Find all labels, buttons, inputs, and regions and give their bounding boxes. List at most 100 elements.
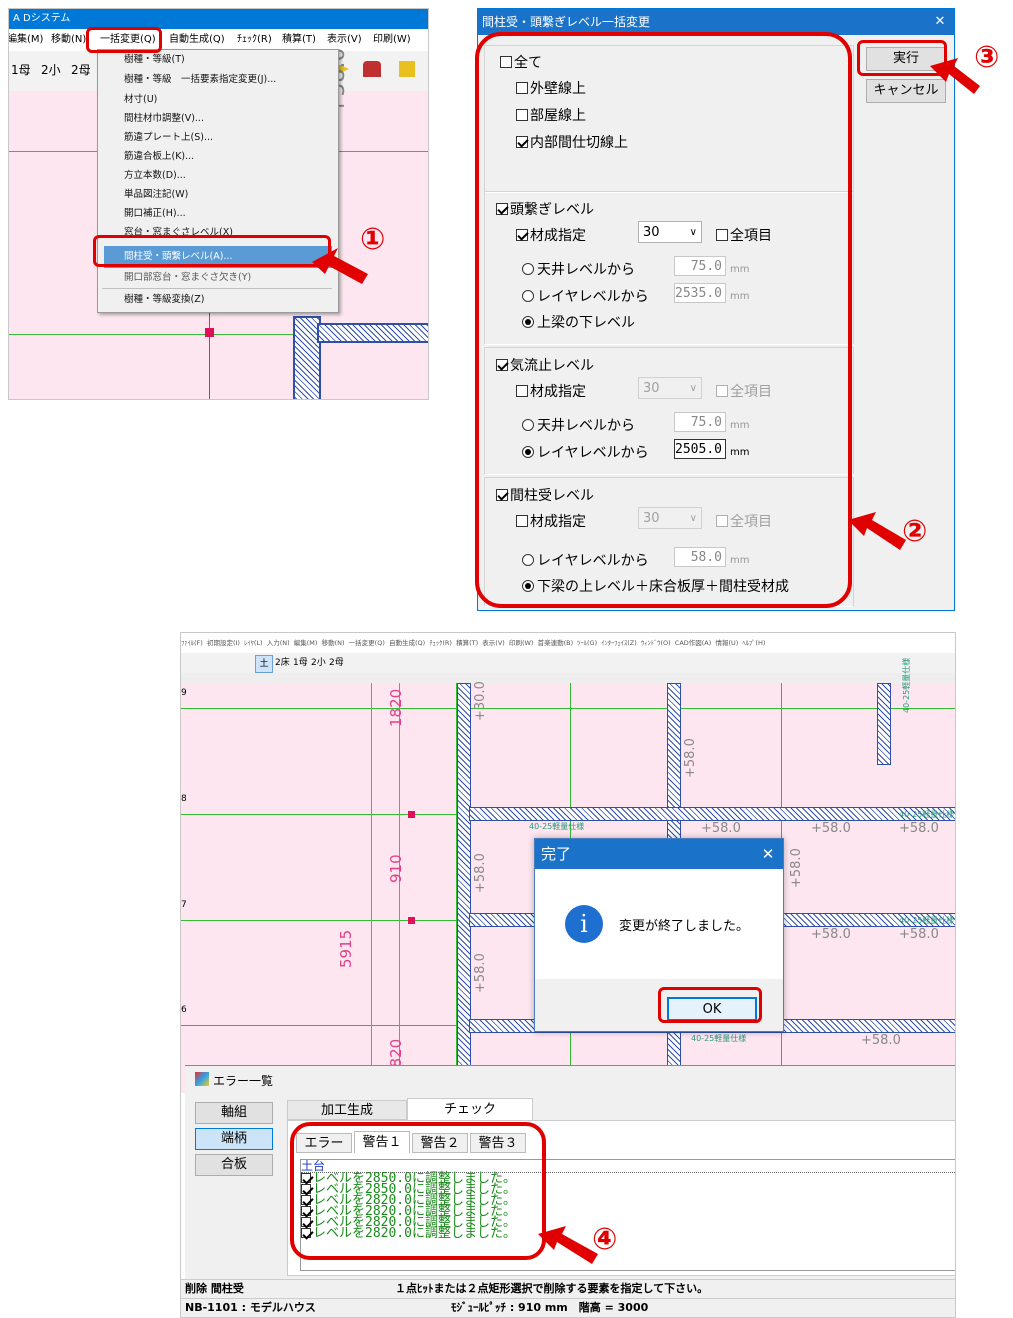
dimension-label: 5915	[337, 929, 355, 968]
status-module: ﾓｼﾞｭｰﾙﾋﾟｯﾁ : 910 mm 階高 = 3000	[451, 1301, 649, 1314]
wall	[469, 807, 955, 821]
tool-house-icon[interactable]	[363, 61, 381, 77]
menu-view[interactable]: 表示(V)	[482, 639, 505, 647]
close-icon[interactable]: ✕	[757, 839, 779, 869]
step-2-label: ②	[902, 514, 928, 549]
menu-item-species-grade-bulk[interactable]: 樹種・等級 一括要素指定変更(J)...	[124, 72, 276, 88]
menu-move[interactable]: 移動(N)	[51, 31, 86, 49]
menu-print[interactable]: 印刷(W)	[373, 31, 411, 49]
menu-tool[interactable]: ﾂｰﾙ(G)	[577, 639, 597, 647]
menu-item-species-convert[interactable]: 樹種・等級変換(Z)	[124, 292, 204, 308]
annotation-box-item	[93, 235, 331, 267]
toolbar-floor2-small[interactable]: 2小	[311, 653, 326, 673]
error-list-icon	[195, 1072, 209, 1086]
menu-print[interactable]: 印刷(W)	[509, 639, 534, 647]
menu-item-brace-plate[interactable]: 筋違プレート上(S)...	[124, 130, 213, 146]
menu-layer[interactable]: ﾚｲﾔ(L)	[244, 639, 262, 647]
wall-beam	[317, 323, 428, 343]
wall	[457, 683, 471, 1095]
menu-item-stud-width[interactable]: 間柱材巾調整(V)...	[124, 111, 204, 127]
menu-help[interactable]: ﾍﾙﾌﾟ(H)	[742, 639, 765, 647]
level-label: +58.0	[811, 821, 851, 836]
menu-edit[interactable]: 編集(M)	[9, 31, 43, 49]
menu-bar: ﾌｧｲﾙ(F) 初期設定(I) ﾚｲﾔ(L) 入力(N) 編集(M) 移動(N)…	[181, 633, 955, 653]
level-label: +58.0	[473, 853, 488, 893]
status-project: NB-1101 : モデルハウス	[185, 1301, 316, 1314]
toolbar-floor1[interactable]: 1母	[11, 61, 31, 78]
level-label: +58.0	[899, 927, 939, 942]
tool-yellow-icon[interactable]	[399, 61, 415, 77]
level-label: +58.0	[861, 1033, 901, 1048]
wall	[877, 683, 891, 765]
menu-settings[interactable]: 初期設定(I)	[207, 639, 240, 647]
toolbar: 土 2床 1母 2小 2母	[181, 653, 955, 674]
status-bar-2: NB-1101 : モデルハウス ﾓｼﾞｭｰﾙﾋﾟｯﾁ : 910 mm 階高 …	[181, 1298, 955, 1317]
bulk-change-dropdown: 樹種・等級(T) 樹種・等級 一括要素指定変更(J)... 材寸(U) 間柱材巾…	[97, 49, 339, 313]
grid-number: 8	[181, 794, 187, 804]
menu-bulk-change[interactable]: 一括変更(Q)	[349, 639, 385, 647]
level-label: +58.0	[789, 848, 804, 888]
menu-view[interactable]: 表示(V)	[327, 31, 362, 49]
side-button-framing[interactable]: 軸組	[195, 1102, 273, 1124]
side-button-plywood[interactable]: 合板	[195, 1154, 273, 1176]
step-1-label: ①	[360, 222, 386, 257]
status-hint: １点ﾋｯﾄまたは２点矩形選択で削除する要素を指定して下さい。	[395, 1282, 709, 1295]
completion-message: 変更が終了しました。	[619, 919, 750, 934]
tab-check[interactable]: チェック	[407, 1098, 533, 1120]
menu-info[interactable]: 情報(U)	[715, 639, 738, 647]
dimension-line	[399, 683, 400, 1093]
close-icon[interactable]: ✕	[930, 9, 950, 35]
level-label: +58.0	[701, 821, 741, 836]
menu-separator	[102, 288, 332, 289]
status-bar-1: 削除 間柱受 １点ﾋｯﾄまたは２点矩形選択で削除する要素を指定して下さい。	[181, 1279, 955, 1298]
grid-number: 7	[181, 900, 187, 910]
menu-item-opening-notch[interactable]: 開口部窓台・窓まぐさ欠き(Y)	[124, 270, 251, 286]
menu-edit[interactable]: 編集(M)	[294, 639, 318, 647]
dimension-label: 910	[387, 854, 405, 883]
toolbar-floor1-main[interactable]: 1母	[293, 653, 308, 673]
level-label: +30.0	[473, 681, 488, 721]
menu-item-brace-plywood[interactable]: 筋違合板上(K)...	[124, 149, 194, 165]
annotation-arrow-4	[538, 1226, 598, 1264]
menu-file[interactable]: ﾌｧｲﾙ(F)	[181, 639, 203, 647]
menu-check[interactable]: ﾁｪｯｸ(R)	[237, 31, 272, 49]
toolbar-floor2[interactable]: 2母	[71, 61, 91, 78]
info-icon: i	[565, 905, 603, 943]
menu-estimate[interactable]: 積算(T)	[456, 639, 478, 647]
annotation-arrow-2	[848, 512, 906, 550]
menu-interface[interactable]: ｲﾝﾀｰﾌｪｲｽ(Z)	[601, 639, 637, 647]
menu-move[interactable]: 移動(N)	[322, 639, 345, 647]
menu-auto-generate[interactable]: 自動生成(Q)	[169, 31, 225, 49]
tag-label: 40-25軽量仕様	[691, 1034, 747, 1043]
menu-item-mullion-count[interactable]: 方立本数(D)...	[124, 168, 186, 184]
annotation-box-groups	[475, 32, 852, 608]
completion-title: 完了	[535, 839, 783, 869]
grid-number: 9	[181, 688, 187, 698]
step-3-label: ③	[974, 40, 1000, 75]
side-button-members[interactable]: 端柄	[195, 1128, 273, 1150]
menu-window[interactable]: ｳｨﾝﾄﾞｳ(O)	[641, 639, 671, 647]
menu-check[interactable]: ﾁｪｯｸ(R)	[429, 639, 452, 647]
menu-item-opening-adjust[interactable]: 開口補正(H)...	[124, 206, 186, 222]
menu-input[interactable]: 入力(N)	[267, 639, 290, 647]
toolbar-floor2-small[interactable]: 2小	[41, 61, 61, 78]
menu-auto-generate[interactable]: 自動生成(Q)	[389, 639, 425, 647]
menu-cad[interactable]: CAD作図(A)	[675, 639, 712, 647]
tag-label: 40-25軽量仕様	[899, 916, 955, 925]
dimension-line	[371, 683, 372, 1093]
menu-item-part-note[interactable]: 単品図注記(W)	[124, 187, 188, 203]
toolbar-floor2-main[interactable]: 2母	[329, 653, 344, 673]
level-label: +58.0	[899, 821, 939, 836]
tag-label: 40-25軽量仕様	[902, 657, 911, 713]
toolbar-floor2[interactable]: 2床	[275, 653, 290, 673]
node-marker	[408, 917, 415, 924]
tab-processing[interactable]: 加工生成	[287, 1100, 407, 1120]
toolbar-foundation[interactable]: 土	[255, 655, 273, 673]
menu-estimate[interactable]: 積算(T)	[282, 31, 316, 49]
menu-link[interactable]: 首楽連動(B)	[538, 639, 574, 647]
node-marker	[408, 811, 415, 818]
grid-line	[181, 708, 955, 709]
menu-screenshot-panel: A Dシステム 編集(M) 移動(N) 一括変更(Q) 自動生成(Q) ﾁｪｯｸ…	[8, 8, 429, 400]
menu-item-species-grade[interactable]: 樹種・等級(T)	[124, 52, 185, 68]
menu-item-size[interactable]: 材寸(U)	[124, 92, 157, 108]
